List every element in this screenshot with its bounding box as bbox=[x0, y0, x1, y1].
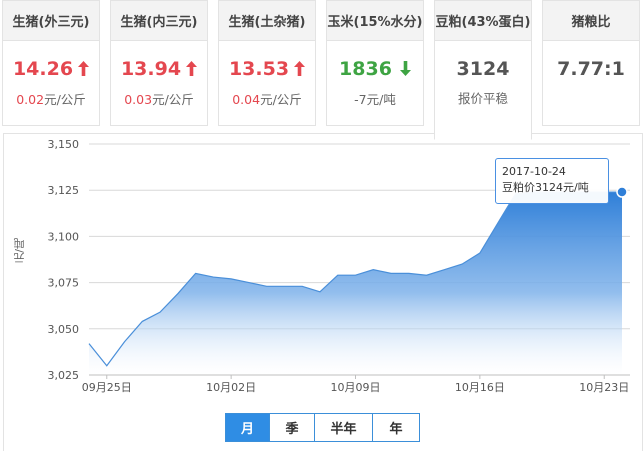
x-tick-label: 10月16日 bbox=[455, 381, 505, 394]
y-tick-label: 3,075 bbox=[48, 277, 80, 290]
change-value: 0.04 bbox=[232, 92, 261, 107]
price-card-pig-local[interactable]: 生猪(土杂猪) 13.53 0.04元/公斤 bbox=[218, 0, 316, 126]
card-price: 14.26 bbox=[3, 58, 99, 81]
arrow-down-icon bbox=[399, 59, 411, 81]
change-unit: 元/公斤 bbox=[44, 92, 86, 107]
price-card-pig-outer[interactable]: 生猪(外三元) 14.26 0.02元/公斤 bbox=[2, 0, 100, 126]
card-price: 7.77:1 bbox=[543, 58, 639, 80]
y-tick-label: 3,025 bbox=[48, 369, 80, 382]
y-tick-label: 3,050 bbox=[48, 323, 80, 336]
card-title: 豆粕(43%蛋白) bbox=[435, 1, 531, 41]
change-unit: 元/公斤 bbox=[152, 92, 194, 107]
change-value: 报价平稳 bbox=[457, 91, 508, 106]
range-tab-year[interactable]: 年 bbox=[373, 413, 420, 442]
card-title: 玉米(15%水分) bbox=[327, 1, 423, 41]
price-value: 14.26 bbox=[12, 58, 74, 80]
tooltip-value: 豆粕价3124元/吨 bbox=[502, 181, 589, 194]
card-title: 生猪(土杂猪) bbox=[219, 1, 315, 41]
change-value: 0.02 bbox=[16, 92, 45, 107]
arrow-up-icon bbox=[294, 59, 306, 81]
card-change: 报价平稳 bbox=[435, 88, 531, 107]
chart-tooltip: 2017-10-24 豆粕价3124元/吨 bbox=[495, 158, 609, 204]
y-tick-label: 3,100 bbox=[48, 230, 80, 243]
price-card-corn[interactable]: 玉米(15%水分) 1836 -7元/吨 bbox=[326, 0, 424, 126]
card-price: 13.94 bbox=[111, 58, 207, 81]
change-unit: 元/公斤 bbox=[260, 92, 302, 107]
y-tick-label: 3,150 bbox=[48, 138, 80, 151]
change-value: 0.03 bbox=[124, 92, 153, 107]
change-value: -7 bbox=[354, 92, 367, 107]
range-tab-half-year[interactable]: 半年 bbox=[315, 413, 373, 442]
x-tick-label: 09月25日 bbox=[82, 381, 132, 394]
price-value: 13.53 bbox=[228, 58, 290, 80]
area-fill bbox=[89, 192, 622, 375]
card-change: -7元/吨 bbox=[327, 89, 423, 108]
highlight-point bbox=[616, 186, 628, 198]
card-price: 1836 bbox=[327, 58, 423, 81]
card-change: 0.03元/公斤 bbox=[111, 89, 207, 108]
range-tab-month[interactable]: 月 bbox=[225, 413, 270, 442]
card-price: 3124 bbox=[435, 58, 531, 80]
range-tab-quarter[interactable]: 季 bbox=[270, 413, 315, 442]
x-tick-label: 10月09日 bbox=[331, 381, 381, 394]
x-tick-label: 10月23日 bbox=[579, 381, 629, 394]
card-change: 0.04元/公斤 bbox=[219, 89, 315, 108]
tooltip-date: 2017-10-24 bbox=[502, 165, 566, 178]
price-card-pig-inner[interactable]: 生猪(内三元) 13.94 0.03元/公斤 bbox=[110, 0, 208, 126]
price-value: 1836 bbox=[339, 58, 392, 80]
price-card-soymeal[interactable]: 豆粕(43%蛋白) 3124 报价平稳 bbox=[434, 0, 532, 140]
price-value: 13.94 bbox=[120, 58, 182, 80]
x-tick-label: 10月02日 bbox=[206, 381, 256, 394]
card-title: 生猪(内三元) bbox=[111, 1, 207, 41]
arrow-up-icon bbox=[186, 59, 198, 81]
card-price: 13.53 bbox=[219, 58, 315, 81]
card-title: 猪粮比 bbox=[543, 1, 639, 41]
price-card-hog-grain-ratio[interactable]: 猪粮比 7.77:1 bbox=[542, 0, 640, 126]
y-axis-label: 元/吨 bbox=[13, 238, 26, 264]
change-unit: 元/吨 bbox=[366, 92, 396, 107]
arrow-up-icon bbox=[78, 59, 90, 81]
range-selector: 月 季 半年 年 bbox=[225, 413, 420, 442]
card-change: 0.02元/公斤 bbox=[3, 89, 99, 108]
price-value: 7.77:1 bbox=[557, 58, 625, 80]
card-title: 生猪(外三元) bbox=[3, 1, 99, 41]
y-tick-label: 3,125 bbox=[48, 184, 80, 197]
price-value: 3124 bbox=[456, 58, 510, 80]
